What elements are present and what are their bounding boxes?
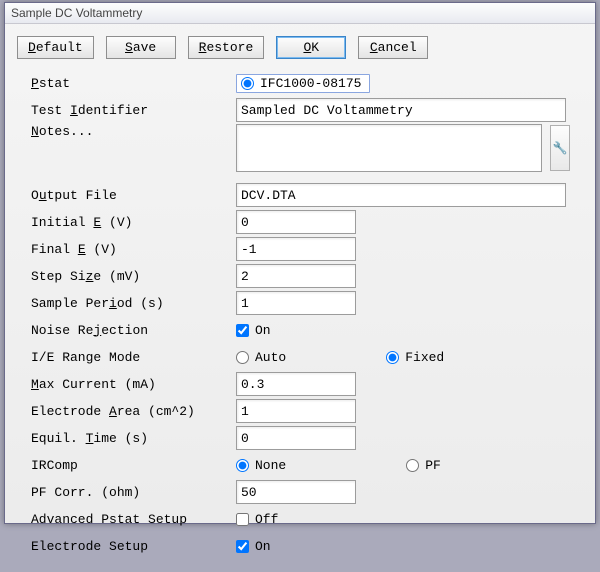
restore-button[interactable]: Restore xyxy=(188,36,265,59)
noise-rejection-label: Noise Rejection xyxy=(31,323,236,338)
output-file-label: Output File xyxy=(31,188,236,203)
pf-corr-label: PF Corr. (ohm) xyxy=(31,485,236,500)
electrode-setup-checkbox[interactable]: On xyxy=(236,539,271,554)
dialog-window: Sample DC Voltammetry Default Save Resto… xyxy=(4,2,596,524)
pstat-option[interactable]: IFC1000-08175 xyxy=(241,76,361,91)
button-row: Default Save Restore OK Cancel xyxy=(5,24,595,65)
noise-rejection-checkbox[interactable]: On xyxy=(236,323,271,338)
pstat-radio[interactable] xyxy=(241,77,254,90)
ie-fixed-option[interactable]: Fixed xyxy=(386,350,444,365)
test-id-input[interactable] xyxy=(236,98,566,122)
equil-time-label: Equil. Time (s) xyxy=(31,431,236,446)
ie-range-group: Auto Fixed xyxy=(236,350,577,365)
default-button[interactable]: Default xyxy=(17,36,94,59)
test-id-label: Test Identifier xyxy=(31,103,236,118)
adv-pstat-label: Advanced Pstat Setup xyxy=(31,512,236,527)
form-body: Pstat IFC1000-08175 Test Identifier Note… xyxy=(5,65,595,572)
sample-period-label: Sample Period (s) xyxy=(31,296,236,311)
pf-corr-input[interactable] xyxy=(236,480,356,504)
max-current-input[interactable] xyxy=(236,372,356,396)
step-size-label: Step Size (mV) xyxy=(31,269,236,284)
initial-e-label: Initial E (V) xyxy=(31,215,236,230)
electrode-setup-label: Electrode Setup xyxy=(31,539,236,554)
ircomp-group: None PF xyxy=(236,458,577,473)
pstat-radio-group: IFC1000-08175 xyxy=(236,74,370,93)
electrode-area-input[interactable] xyxy=(236,399,356,423)
ircomp-label: IRComp xyxy=(31,458,236,473)
final-e-label: Final E (V) xyxy=(31,242,236,257)
ircomp-none-option[interactable]: None xyxy=(236,458,286,473)
wrench-icon: 🔧 xyxy=(553,141,568,156)
final-e-input[interactable] xyxy=(236,237,356,261)
ie-auto-option[interactable]: Auto xyxy=(236,350,286,365)
equil-time-input[interactable] xyxy=(236,426,356,450)
ie-range-label: I/E Range Mode xyxy=(31,350,236,365)
save-button[interactable]: Save xyxy=(106,36,176,59)
sample-period-input[interactable] xyxy=(236,291,356,315)
window-title: Sample DC Voltammetry xyxy=(11,6,142,20)
cancel-button[interactable]: Cancel xyxy=(358,36,428,59)
notes-label: Notes... xyxy=(31,124,236,139)
adv-pstat-checkbox[interactable]: Off xyxy=(236,512,278,527)
notes-textarea[interactable] xyxy=(236,124,542,172)
electrode-area-label: Electrode Area (cm^2) xyxy=(31,404,236,419)
notes-tool-button[interactable]: 🔧 xyxy=(550,125,570,171)
ok-button[interactable]: OK xyxy=(276,36,346,59)
pstat-label: Pstat xyxy=(31,76,236,91)
step-size-input[interactable] xyxy=(236,264,356,288)
output-file-input[interactable] xyxy=(236,183,566,207)
max-current-label: Max Current (mA) xyxy=(31,377,236,392)
title-bar: Sample DC Voltammetry xyxy=(5,3,595,24)
ircomp-pf-option[interactable]: PF xyxy=(406,458,441,473)
initial-e-input[interactable] xyxy=(236,210,356,234)
